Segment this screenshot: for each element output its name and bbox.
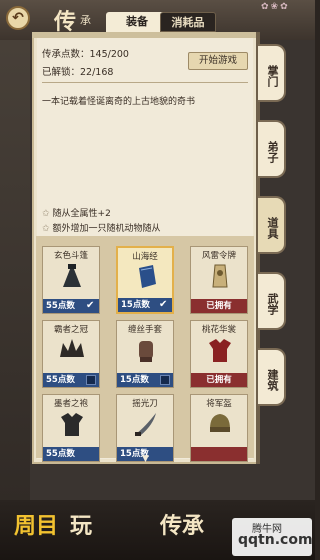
back-arrow-icon: ↶ bbox=[12, 10, 24, 26]
item-cost: 55点数 bbox=[43, 447, 99, 461]
item-cost: 55点数 bbox=[43, 373, 99, 387]
helmet-icon bbox=[210, 414, 230, 432]
item-cost-label: 15点数 bbox=[120, 375, 149, 385]
page-title-sub: 承 bbox=[80, 14, 91, 27]
item-description: 一本记载着怪诞离奇的上古地貌的奇书 bbox=[42, 97, 196, 107]
item-cost: 15点数 bbox=[117, 373, 173, 387]
side-tab-items[interactable]: 道具 bbox=[258, 196, 286, 254]
points-line: 传承点数：145/200 bbox=[42, 49, 129, 60]
item-name: 缠丝手套 bbox=[127, 325, 162, 335]
item-name: 墨者之袍 bbox=[53, 399, 88, 409]
checkmark-icon: ✔ bbox=[86, 300, 95, 311]
item-card[interactable]: 缠丝手套 15点数 bbox=[116, 320, 174, 388]
start-game-button[interactable]: 开始游戏 bbox=[188, 52, 248, 70]
item-card[interactable]: 桃花华裳 已拥有 bbox=[190, 320, 248, 388]
blade-icon bbox=[135, 413, 156, 436]
back-button[interactable]: ↶ bbox=[6, 6, 30, 30]
robe-dark-icon bbox=[61, 413, 83, 436]
item-name: 玄色斗篷 bbox=[53, 251, 88, 261]
item-name: 桃花华裳 bbox=[201, 325, 236, 335]
item-owned: 已拥有 bbox=[191, 299, 247, 313]
item-name: 风雷令牌 bbox=[201, 251, 236, 261]
banner-text-3: 传承 bbox=[160, 513, 205, 539]
blossom-decoration: ✿❀✿ bbox=[261, 2, 290, 12]
checkmark-icon: ✔ bbox=[159, 299, 168, 310]
tab-equipment[interactable]: 装备 bbox=[106, 12, 168, 32]
panel-top-bar bbox=[32, 32, 258, 38]
token-icon bbox=[212, 264, 228, 288]
item-name: 山海经 bbox=[132, 252, 158, 262]
book-icon bbox=[139, 265, 156, 288]
item-cost-label: 55点数 bbox=[46, 449, 75, 459]
item-owned bbox=[191, 447, 247, 461]
banner-text-1: 周目 bbox=[14, 513, 59, 539]
item-name: 摇光刀 bbox=[132, 399, 158, 409]
item-card[interactable]: 霸者之冠 55点数 bbox=[42, 320, 100, 388]
side-tab-disciples[interactable]: 弟子 bbox=[258, 120, 286, 178]
star-icon: ✩ bbox=[42, 224, 50, 234]
cloak-icon bbox=[63, 264, 81, 287]
bonus-text-2: 额外增加一只随机动物随从 bbox=[52, 224, 161, 234]
glove-icon bbox=[139, 341, 153, 362]
side-tab-sect-master[interactable]: 掌门 bbox=[258, 44, 286, 102]
item-card-selected[interactable]: 山海经 15点数 ✔ bbox=[116, 246, 174, 314]
item-name: 霸者之冠 bbox=[53, 325, 88, 335]
item-card[interactable]: 风雷令牌 已拥有 bbox=[190, 246, 248, 314]
game-screen: ✿❀✿ ↶ 传 承 装备 消耗品 传承点数：145/200 已解锁：22/168… bbox=[0, 0, 315, 560]
wall-background bbox=[0, 0, 30, 560]
item-cost: 15点数 ✔ bbox=[118, 298, 172, 312]
item-card[interactable]: 将军盔 bbox=[190, 394, 248, 462]
bonus-text-1: 随从全属性+2 bbox=[52, 209, 111, 219]
watermark-url: qqtn.com bbox=[238, 532, 313, 548]
side-tab-martial-arts[interactable]: 武学 bbox=[258, 272, 286, 330]
bonus-line-1: ✩ 随从全属性+2 bbox=[42, 206, 111, 219]
item-name: 将军盔 bbox=[206, 399, 232, 409]
item-card[interactable]: 摇光刀 15点数 bbox=[116, 394, 174, 462]
item-cost-label: 15点数 bbox=[121, 300, 150, 310]
star-icon: ✩ bbox=[42, 209, 50, 219]
unlocked-line: 已解锁：22/168 bbox=[42, 67, 114, 78]
robe-icon bbox=[209, 339, 231, 362]
tab-consumables[interactable]: 消耗品 bbox=[160, 12, 216, 32]
crown-icon bbox=[60, 339, 84, 357]
item-cost-label: 55点数 bbox=[46, 375, 75, 385]
item-cost-label: 55点数 bbox=[46, 301, 75, 311]
item-cost: 55点数 ✔ bbox=[43, 299, 99, 313]
side-tab-buildings[interactable]: 建筑 bbox=[258, 348, 286, 406]
banner-text-2: 玩 bbox=[70, 513, 93, 539]
item-owned: 已拥有 bbox=[191, 373, 247, 387]
checkbox-icon bbox=[86, 375, 96, 385]
scroll-down-icon[interactable]: ▼ bbox=[142, 454, 149, 464]
bonus-line-2: ✩ 额外增加一只随机动物随从 bbox=[42, 221, 161, 234]
divider bbox=[42, 82, 248, 83]
item-card[interactable]: 玄色斗篷 55点数 ✔ bbox=[42, 246, 100, 314]
checkbox-icon bbox=[160, 375, 170, 385]
item-card[interactable]: 墨者之袍 55点数 bbox=[42, 394, 100, 462]
